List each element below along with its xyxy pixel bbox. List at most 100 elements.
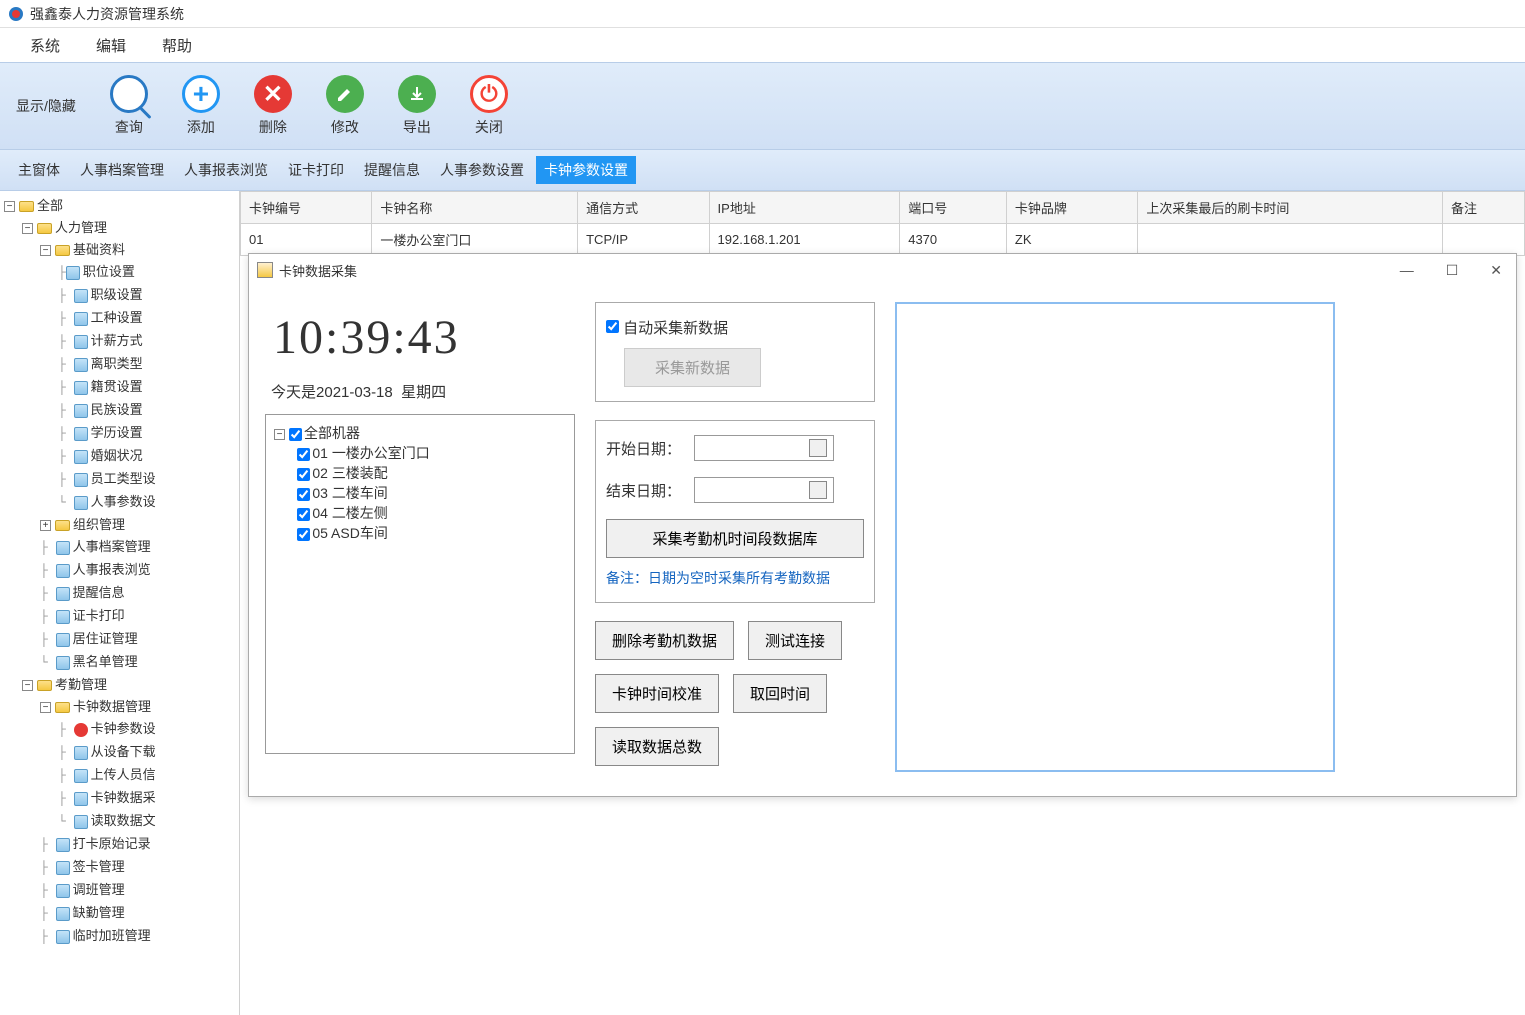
tree-attendance[interactable]: −考勤管理: [4, 674, 235, 696]
tree-education[interactable]: ├ 学历设置: [4, 422, 235, 445]
close-button[interactable]: ⏻ 关闭: [462, 71, 516, 141]
delete-data-button[interactable]: 删除考勤机数据: [595, 621, 734, 660]
tree-blacklist[interactable]: └ 黑名单管理: [4, 651, 235, 674]
test-connection-button[interactable]: 测试连接: [748, 621, 842, 660]
tree-reminder[interactable]: ├ 提醒信息: [4, 582, 235, 605]
export-button[interactable]: 导出: [390, 71, 444, 141]
doc-icon: [56, 861, 70, 875]
tree-ethnic[interactable]: ├ 民族设置: [4, 399, 235, 422]
col-comm-type[interactable]: 通信方式: [578, 192, 709, 224]
tree-rank[interactable]: ├ 职级设置: [4, 284, 235, 307]
tree-leave-type[interactable]: ├ 离职类型: [4, 353, 235, 376]
tab-card-print[interactable]: 证卡打印: [280, 156, 352, 184]
checkbox-machine[interactable]: [297, 528, 310, 541]
tree-hr-mgmt[interactable]: −人力管理: [4, 217, 235, 239]
tree-hr-report[interactable]: ├ 人事报表浏览: [4, 559, 235, 582]
tree-card-print[interactable]: ├ 证卡打印: [4, 605, 235, 628]
menu-help[interactable]: 帮助: [144, 29, 210, 62]
machine-item[interactable]: 04 二楼左侧: [274, 503, 566, 523]
checkbox-machine[interactable]: [297, 488, 310, 501]
machine-all[interactable]: −全部机器: [274, 423, 566, 443]
search-icon: [110, 75, 148, 113]
collapse-icon[interactable]: −: [22, 680, 33, 691]
tree-clock-collect[interactable]: ├ 卡钟数据采: [4, 787, 235, 810]
col-clock-id[interactable]: 卡钟编号: [241, 192, 372, 224]
auto-collect-checkbox[interactable]: [606, 320, 619, 333]
tree-marriage[interactable]: ├ 婚姻状况: [4, 445, 235, 468]
toggle-visibility-label[interactable]: 显示/隐藏: [8, 96, 84, 116]
collapse-icon[interactable]: −: [4, 201, 15, 212]
checkbox-machine[interactable]: [297, 448, 310, 461]
close-dialog-button[interactable]: ✕: [1484, 260, 1508, 281]
edit-button[interactable]: 修改: [318, 71, 372, 141]
tree-upload-person[interactable]: ├ 上传人员信: [4, 764, 235, 787]
calendar-icon[interactable]: [809, 439, 827, 457]
menu-system[interactable]: 系统: [12, 29, 78, 62]
machine-item[interactable]: 02 三楼装配: [274, 463, 566, 483]
tree-absence-mgmt[interactable]: ├ 缺勤管理: [4, 902, 235, 925]
tab-main-window[interactable]: 主窗体: [10, 156, 68, 184]
tree-basic-data[interactable]: −基础资料: [4, 239, 235, 261]
checkbox-machine[interactable]: [297, 468, 310, 481]
collect-range-button[interactable]: 采集考勤机时间段数据库: [606, 519, 864, 558]
tree-native[interactable]: ├ 籍贯设置: [4, 376, 235, 399]
collapse-icon[interactable]: −: [40, 245, 51, 256]
checkbox-all[interactable]: [289, 428, 302, 441]
col-port[interactable]: 端口号: [900, 192, 1007, 224]
tab-hr-archive[interactable]: 人事档案管理: [72, 156, 172, 184]
tree-emp-type[interactable]: ├ 员工类型设: [4, 468, 235, 491]
minimize-button[interactable]: —: [1394, 260, 1420, 281]
tree-position[interactable]: ├职位设置: [4, 261, 235, 284]
collapse-icon[interactable]: −: [22, 223, 33, 234]
tab-hr-report[interactable]: 人事报表浏览: [176, 156, 276, 184]
tree-hr-archive[interactable]: ├ 人事档案管理: [4, 536, 235, 559]
get-time-button[interactable]: 取回时间: [733, 674, 827, 713]
col-ip[interactable]: IP地址: [709, 192, 900, 224]
tab-clock-params[interactable]: 卡钟参数设置: [536, 156, 636, 184]
tree-residence[interactable]: ├ 居住证管理: [4, 628, 235, 651]
tree-clock-data-mgmt[interactable]: −卡钟数据管理: [4, 696, 235, 718]
tree-clock-param[interactable]: ├ 卡钟参数设: [4, 718, 235, 741]
col-clock-name[interactable]: 卡钟名称: [372, 192, 578, 224]
tree-root[interactable]: −全部: [4, 195, 235, 217]
checkbox-machine[interactable]: [297, 508, 310, 521]
tab-hr-params[interactable]: 人事参数设置: [432, 156, 532, 184]
maximize-button[interactable]: ☐: [1440, 260, 1465, 281]
end-date-input[interactable]: [694, 477, 834, 503]
collapse-icon[interactable]: −: [40, 702, 51, 713]
machine-item[interactable]: 03 二楼车间: [274, 483, 566, 503]
start-date-label: 开始日期：: [606, 438, 686, 459]
expand-icon[interactable]: +: [40, 520, 51, 531]
tree-work-type[interactable]: ├ 工种设置: [4, 307, 235, 330]
tree-device-download[interactable]: ├ 从设备下载: [4, 741, 235, 764]
tab-reminder[interactable]: 提醒信息: [356, 156, 428, 184]
tree-temp-overtime[interactable]: ├ 临时加班管理: [4, 925, 235, 948]
dialog-title-text: 卡钟数据采集: [279, 261, 357, 280]
tree-punch-record[interactable]: ├ 打卡原始记录: [4, 833, 235, 856]
content-area: 卡钟编号 卡钟名称 通信方式 IP地址 端口号 卡钟品牌 上次采集最后的刷卡时间…: [240, 191, 1525, 1015]
search-button[interactable]: 查询: [102, 71, 156, 141]
calendar-icon[interactable]: [809, 481, 827, 499]
col-remark[interactable]: 备注: [1443, 192, 1525, 224]
add-button[interactable]: + 添加: [174, 71, 228, 141]
tree-sign-mgmt[interactable]: ├ 签卡管理: [4, 856, 235, 879]
tree-salary[interactable]: ├ 计薪方式: [4, 330, 235, 353]
tree-hr-param[interactable]: └ 人事参数设: [4, 491, 235, 514]
doc-icon: [74, 746, 88, 760]
tree-read-data[interactable]: └ 读取数据文: [4, 810, 235, 833]
machine-item[interactable]: 01 一楼办公室门口: [274, 443, 566, 463]
read-total-button[interactable]: 读取数据总数: [595, 727, 719, 766]
time-calibrate-button[interactable]: 卡钟时间校准: [595, 674, 719, 713]
col-brand[interactable]: 卡钟品牌: [1006, 192, 1137, 224]
collapse-icon[interactable]: −: [274, 429, 285, 440]
tree-shift-mgmt[interactable]: ├ 调班管理: [4, 879, 235, 902]
folder-icon: [37, 680, 52, 691]
doc-icon: [74, 792, 88, 806]
tree-org-mgmt[interactable]: +组织管理: [4, 514, 235, 536]
delete-button[interactable]: ✕ 删除: [246, 71, 300, 141]
table-row[interactable]: 01 一楼办公室门口 TCP/IP 192.168.1.201 4370 ZK: [241, 224, 1525, 256]
menu-edit[interactable]: 编辑: [78, 29, 144, 62]
machine-item[interactable]: 05 ASD车间: [274, 523, 566, 543]
start-date-input[interactable]: [694, 435, 834, 461]
col-last-time[interactable]: 上次采集最后的刷卡时间: [1138, 192, 1443, 224]
